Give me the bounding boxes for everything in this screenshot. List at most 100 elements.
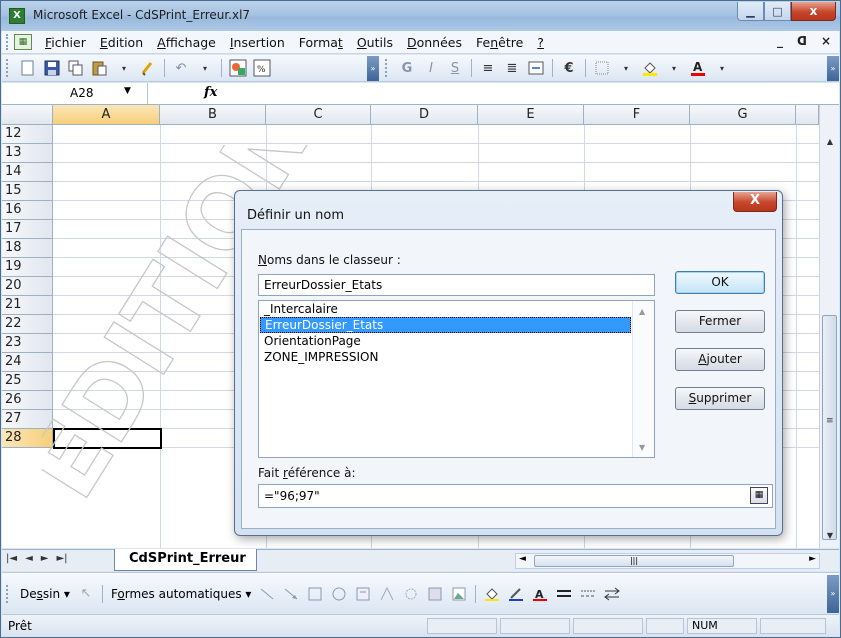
name-box[interactable]: A28 ▼	[2, 83, 148, 104]
menu-format[interactable]: Format	[292, 35, 350, 50]
list-item[interactable]: OrientationPage	[259, 333, 654, 349]
menu-insertion[interactable]: Insertion	[223, 35, 292, 50]
row-header-13[interactable]: 13	[2, 144, 53, 163]
collapse-dialog-icon[interactable]: ▦	[750, 487, 768, 504]
dash-style-icon[interactable]	[580, 587, 596, 601]
list-item[interactable]: _Intercalaire	[259, 301, 654, 317]
column-header-e[interactable]: E	[478, 105, 584, 125]
row-header-15[interactable]: 15	[2, 182, 53, 201]
horizontal-scrollbar[interactable]: ◄ ||| ►	[515, 553, 820, 569]
merge-center-icon[interactable]	[526, 58, 546, 78]
close-dialog-button[interactable]: Fermer	[675, 310, 765, 333]
line-tool-icon[interactable]	[259, 587, 275, 601]
delete-button[interactable]: Supprimer	[675, 387, 765, 410]
row-header-25[interactable]: 25	[2, 372, 53, 391]
column-header-a[interactable]: A	[53, 105, 160, 125]
minimize-button[interactable]: ▁	[737, 2, 764, 21]
excel-app-icon[interactable]: X	[9, 8, 25, 24]
italic-button[interactable]: I	[421, 58, 441, 78]
active-cell-a28[interactable]	[53, 428, 162, 449]
undo-icon[interactable]: ↶	[171, 58, 191, 78]
align-center-icon[interactable]: ≣	[502, 58, 522, 78]
paste-icon[interactable]	[90, 58, 110, 78]
toolbar-grip[interactable]	[6, 59, 12, 77]
undo-dropdown-icon[interactable]: ▾	[195, 58, 215, 78]
line-style-icon[interactable]	[556, 587, 572, 601]
new-icon[interactable]	[18, 58, 38, 78]
last-sheet-icon[interactable]: ►|	[56, 553, 67, 564]
vertical-scroll-thumb[interactable]: ≡	[822, 315, 837, 540]
row-header-26[interactable]: 26	[2, 391, 53, 410]
menu-aide[interactable]: ?	[530, 35, 551, 50]
scroll-right-icon[interactable]: ►	[809, 554, 816, 564]
column-header-d[interactable]: D	[371, 105, 478, 125]
list-item-selected[interactable]: ErreurDossier_Etats	[260, 317, 631, 333]
row-header-28[interactable]: 28	[2, 429, 53, 448]
vertical-scrollbar[interactable]: ▲ ≡ ▼	[819, 105, 839, 548]
diagram-tool-icon[interactable]	[403, 587, 419, 601]
doc-minimize-button[interactable]: _	[777, 34, 783, 48]
format-toolbar-overflow-icon[interactable]: »	[827, 55, 839, 81]
prev-sheet-icon[interactable]: ◄	[25, 553, 33, 564]
row-header-18[interactable]: 18	[2, 239, 53, 258]
wordart-tool-icon[interactable]	[379, 586, 395, 601]
format-toolbar-grip[interactable]	[385, 59, 391, 77]
align-left-icon[interactable]: ≡	[478, 58, 498, 78]
borders-dropdown-icon[interactable]: ▾	[616, 58, 636, 78]
names-list-scrollbar[interactable]: ▲ ▼	[632, 301, 654, 457]
toolbar-overflow-icon[interactable]: »	[367, 55, 379, 81]
horizontal-scroll-thumb[interactable]: |||	[534, 555, 734, 567]
arrow-tool-icon[interactable]	[283, 587, 299, 601]
drawing-toggle-icon[interactable]	[228, 58, 248, 78]
select-all-corner[interactable]	[2, 105, 53, 125]
column-header-f[interactable]: F	[584, 105, 690, 125]
insert-function-icon[interactable]: fx	[204, 85, 217, 100]
document-icon[interactable]: ▦	[14, 34, 32, 50]
name-box-dropdown-icon[interactable]: ▼	[124, 86, 131, 96]
row-header-24[interactable]: 24	[2, 353, 53, 372]
column-header-c[interactable]: C	[266, 105, 371, 125]
row-header-21[interactable]: 21	[2, 296, 53, 315]
names-listbox[interactable]: _Intercalaire ErreurDossier_Etats Orient…	[258, 300, 655, 458]
menu-affichage[interactable]: Affichage	[150, 35, 223, 50]
borders-icon[interactable]	[592, 58, 612, 78]
close-button[interactable]: x	[791, 2, 836, 21]
maximize-button[interactable]: □	[764, 2, 791, 21]
menu-donnees[interactable]: Données	[400, 35, 469, 50]
font-color-icon[interactable]: A	[688, 58, 708, 78]
line-color-tool-icon[interactable]	[508, 587, 524, 601]
row-header-16[interactable]: 16	[2, 201, 53, 220]
row-header-20[interactable]: 20	[2, 277, 53, 296]
row-header-17[interactable]: 17	[2, 220, 53, 239]
scroll-up-icon[interactable]: ▲	[821, 133, 839, 150]
bold-button[interactable]: G	[397, 58, 417, 78]
zoom-icon[interactable]: %	[252, 58, 272, 78]
scroll-left-icon[interactable]: ◄	[519, 554, 526, 564]
next-sheet-icon[interactable]: ►	[41, 553, 49, 564]
rectangle-tool-icon[interactable]	[307, 587, 323, 601]
drawing-toolbar-grip[interactable]	[6, 584, 12, 603]
fill-color-tool-icon[interactable]	[484, 587, 500, 601]
list-scroll-down-icon[interactable]: ▼	[639, 443, 645, 452]
row-header-27[interactable]: 27	[2, 410, 53, 429]
sheet-tab-active[interactable]: CdSPrint_Erreur	[114, 549, 257, 571]
row-header-22[interactable]: 22	[2, 315, 53, 334]
menu-outils[interactable]: Outils	[350, 35, 400, 50]
font-color-tool-icon[interactable]: A	[532, 587, 548, 601]
doc-restore-button[interactable]: ᗡ	[797, 34, 807, 48]
add-button[interactable]: Ajouter	[675, 348, 765, 371]
row-header-14[interactable]: 14	[2, 163, 53, 182]
first-sheet-icon[interactable]: |◄	[6, 553, 17, 564]
doc-close-button[interactable]: ×	[821, 34, 831, 48]
textbox-tool-icon[interactable]	[355, 587, 371, 601]
row-header-12[interactable]: 12	[2, 125, 53, 144]
select-objects-icon[interactable]: ↖	[76, 584, 96, 604]
picture-tool-icon[interactable]	[451, 587, 467, 601]
ok-button[interactable]: OK	[675, 271, 765, 294]
menu-grip[interactable]	[6, 34, 14, 50]
row-header-23[interactable]: 23	[2, 334, 53, 353]
font-color-dropdown-icon[interactable]: ▾	[712, 58, 732, 78]
menu-fichier[interactable]: Fichier	[38, 35, 93, 50]
paste-dropdown-icon[interactable]: ▾	[114, 58, 134, 78]
formula-input[interactable]	[232, 86, 832, 102]
